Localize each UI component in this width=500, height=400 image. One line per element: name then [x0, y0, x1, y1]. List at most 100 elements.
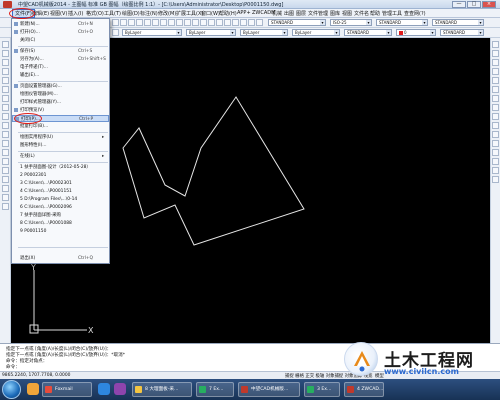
menu-extended-tools[interactable]: 扩展工具(X): [176, 10, 203, 17]
recent-file-4[interactable]: 4 C:\Users\...\P0001151: [12, 188, 109, 195]
minimize-button[interactable]: —: [452, 1, 466, 8]
start-button[interactable]: [2, 380, 21, 399]
menu-item-close[interactable]: 关闭(C): [12, 37, 109, 44]
media-player-icon[interactable]: [114, 383, 126, 395]
cut-icon[interactable]: [152, 19, 159, 26]
break-icon[interactable]: [492, 140, 499, 147]
taskbar-item-excel-2[interactable]: 3 Ex...: [304, 382, 340, 397]
menu-item-save[interactable]: 保存(S) Ctrl+S: [12, 48, 109, 55]
revision-cloud-icon[interactable]: [2, 104, 9, 111]
gradient-icon[interactable]: [2, 176, 9, 183]
menu-item-exit[interactable]: 退出(X) Ctrl+Q: [12, 255, 109, 262]
mirror-icon[interactable]: [492, 59, 499, 66]
region-icon[interactable]: [2, 185, 9, 192]
undo-icon[interactable]: [184, 19, 191, 26]
menu-modify[interactable]: 修改(M): [158, 10, 176, 17]
menu-file-manage[interactable]: 文件管理: [308, 10, 328, 17]
menu-item-export[interactable]: 输出(E)...: [12, 72, 109, 79]
menu-item-drawing-properties[interactable]: 图形特性(I)...: [12, 142, 109, 149]
menu-manage-tools[interactable]: 管理工具: [382, 10, 402, 17]
menu-view[interactable]: 视图(V): [50, 10, 67, 17]
polygon-icon[interactable]: [2, 68, 9, 75]
table-icon[interactable]: [2, 194, 9, 201]
recent-file-3[interactable]: 3 C:\Users\...\P0002301: [12, 180, 109, 187]
menu-item-plotter-manager[interactable]: 绘图仪管理器(M)...: [12, 91, 109, 98]
zoom-previous-icon[interactable]: [224, 19, 231, 26]
ellipse-icon[interactable]: [2, 122, 9, 129]
arc-icon[interactable]: [2, 86, 9, 93]
recent-file-7[interactable]: 7 扶手剖面详图-采购: [12, 212, 109, 219]
erase-icon[interactable]: [492, 41, 499, 48]
menu-draw[interactable]: 绘图(D): [122, 10, 140, 17]
maximize-button[interactable]: □: [467, 1, 481, 8]
array-icon[interactable]: [492, 77, 499, 84]
menu-item-batch-print[interactable]: 批量打印(B)...: [12, 123, 109, 130]
save-icon[interactable]: [128, 19, 135, 26]
taskbar-item-excel-1[interactable]: 7 Ex...: [196, 382, 234, 397]
ie-icon[interactable]: [98, 383, 110, 395]
extend-icon[interactable]: [492, 131, 499, 138]
menu-query[interactable]: 查查网(?): [404, 10, 426, 17]
insert-block-icon[interactable]: [2, 140, 9, 147]
menu-item-online[interactable]: 在线(L) ▸: [12, 153, 109, 160]
print-icon[interactable]: [136, 19, 143, 26]
menu-item-page-setup[interactable]: 页面设置管理器(G)...: [12, 83, 109, 90]
tablestyle-select[interactable]: STANDARD ▾: [376, 19, 428, 26]
menu-item-plot-style-manager[interactable]: 打印样式管理器(Y)...: [12, 99, 109, 106]
scale-icon[interactable]: [492, 104, 499, 111]
linetype2-select[interactable]: ByLayer ▾: [240, 29, 288, 36]
recent-file-2[interactable]: 2 P0002301: [12, 172, 109, 179]
menu-mechanical[interactable]: 机械: [272, 10, 282, 17]
explode-icon[interactable]: [492, 176, 499, 183]
hatch-icon[interactable]: [2, 167, 9, 174]
menu-item-open[interactable]: 打开(O)... Ctrl+O: [12, 29, 109, 36]
menu-window[interactable]: 窗口(W): [201, 10, 220, 17]
menu-help2[interactable]: 帮助: [370, 10, 380, 17]
menu-item-etransmit[interactable]: 电子传递(T)...: [12, 64, 109, 71]
drawn-polyline[interactable]: [122, 96, 305, 246]
tool-palettes-icon[interactable]: [248, 19, 255, 26]
multiline-text-icon[interactable]: [2, 203, 9, 210]
rotate-icon[interactable]: [492, 95, 499, 102]
menu-layer[interactable]: 图层: [296, 10, 306, 17]
recent-file-9[interactable]: 9 P0001150: [12, 228, 109, 235]
preview-icon[interactable]: [144, 19, 151, 26]
construction-line-icon[interactable]: [2, 50, 9, 57]
polyline-icon[interactable]: [2, 59, 9, 66]
open-icon[interactable]: [120, 19, 127, 26]
ellipse-arc-icon[interactable]: [2, 131, 9, 138]
layer-select[interactable]: 0 ▾: [396, 29, 436, 36]
paste-icon[interactable]: [168, 19, 175, 26]
recent-file-6[interactable]: 6 C:\Users\...\P0002096: [12, 204, 109, 211]
menu-help[interactable]: 帮助(H): [219, 10, 237, 17]
match-properties-icon[interactable]: [176, 19, 183, 26]
point-icon[interactable]: [2, 158, 9, 165]
layer-combo-select[interactable]: STANDARD ▾: [344, 29, 392, 36]
menu-app-plus[interactable]: APP+: [237, 10, 251, 16]
menu-item-drawing-utilities[interactable]: 绘图实用程序(U) ▸: [12, 134, 109, 141]
redo-icon[interactable]: [192, 19, 199, 26]
menu-library[interactable]: 图库: [330, 10, 340, 17]
menu-view2[interactable]: 视图: [342, 10, 352, 17]
menu-item-save-as[interactable]: 另存为(A)... Ctrl+Shift+S: [12, 56, 109, 63]
spline-icon[interactable]: [2, 113, 9, 120]
recent-file-5[interactable]: 5 D:\Program Files\...\0-14: [12, 196, 109, 203]
new-icon[interactable]: [112, 19, 119, 26]
taskbar-item-foxmail[interactable]: Foxmail: [42, 382, 92, 397]
move-icon[interactable]: [492, 86, 499, 93]
taskbar-item-zwcad[interactable]: 中望CAD机械版...: [238, 382, 300, 397]
menu-format[interactable]: 格式(O): [86, 10, 104, 17]
taskbar-item-zwcad-2[interactable]: 4 ZWCAD...: [344, 382, 384, 397]
copy-icon[interactable]: [160, 19, 167, 26]
offset-icon[interactable]: [492, 68, 499, 75]
properties-icon[interactable]: [232, 19, 239, 26]
design-center-icon[interactable]: [240, 19, 247, 26]
command-prompt[interactable]: 命令：: [6, 364, 20, 370]
menu-filename[interactable]: 文件名: [354, 10, 369, 17]
multileader-style-select[interactable]: STANDARD ▾: [432, 19, 484, 26]
stretch-icon[interactable]: [492, 113, 499, 120]
menu-output[interactable]: 出图: [284, 10, 294, 17]
circle-icon[interactable]: [2, 95, 9, 102]
explorer-icon[interactable]: [27, 383, 39, 395]
join-icon[interactable]: [492, 149, 499, 156]
